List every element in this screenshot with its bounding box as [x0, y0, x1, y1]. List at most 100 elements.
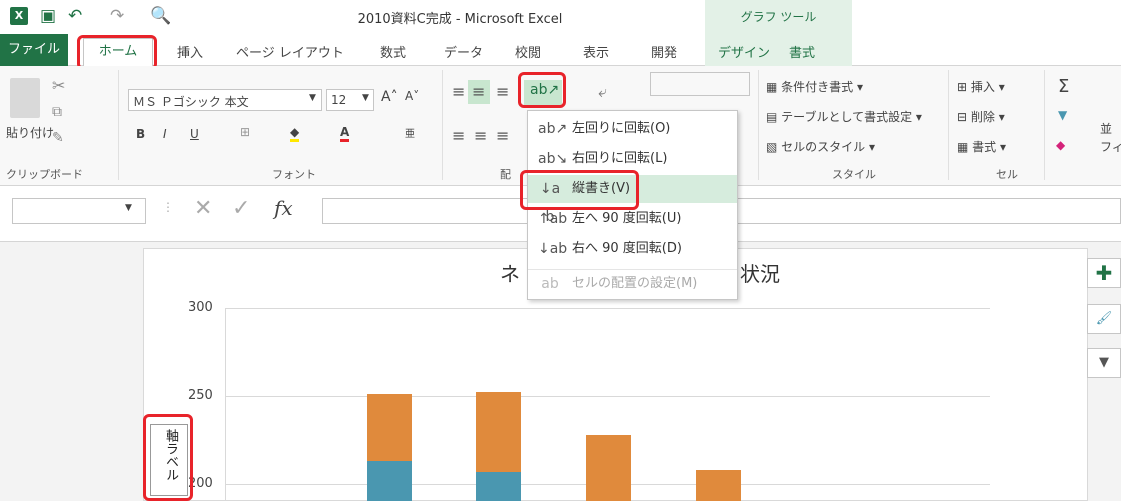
delete-cells-button[interactable]: ⊟ 削除 ▾	[957, 108, 1005, 125]
format-cells-label: 書式	[972, 140, 997, 154]
chart-title-right[interactable]: 状況	[740, 258, 780, 287]
cell-style-label: セルのスタイル	[781, 140, 866, 154]
menu-item-label: セルの配置の設定(M)	[572, 276, 698, 291]
clear-icon[interactable]: ◆	[1056, 138, 1065, 152]
table-format-label: テーブルとして書式設定	[781, 110, 913, 124]
separator	[118, 70, 119, 180]
copy-icon[interactable]: ⧉	[52, 104, 62, 120]
separator	[758, 70, 759, 180]
number-format-select[interactable]	[650, 72, 750, 96]
tab-file[interactable]: ファイル	[0, 34, 68, 66]
tab-view[interactable]: 表示	[583, 42, 609, 61]
rotate-cw-icon: ab↘	[538, 151, 568, 167]
bar-segment[interactable]	[367, 394, 412, 462]
tab-review[interactable]: 校閲	[515, 42, 541, 61]
excel-logo-icon: X	[10, 7, 28, 25]
cut-icon[interactable]: ✂	[52, 76, 65, 95]
chart-title-left[interactable]: ネ	[500, 258, 520, 287]
separator	[948, 70, 949, 180]
alignment-group-label: 配	[500, 168, 511, 181]
bar-segment[interactable]	[696, 469, 741, 501]
chart-tools-header: グラフ ツール	[705, 0, 852, 34]
separator	[1044, 70, 1045, 180]
name-box[interactable]: ▼	[12, 198, 146, 224]
y-axis-line	[225, 308, 226, 501]
align-middle-icon[interactable]: ≡	[472, 82, 485, 101]
italic-button[interactable]: I	[163, 127, 167, 141]
autosum-icon[interactable]: Σ	[1058, 76, 1069, 97]
cell-style-icon: ▧	[766, 140, 778, 154]
clipboard-group-label: クリップボード	[6, 168, 83, 181]
cell-group-label: セル	[996, 168, 1018, 181]
bar-segment[interactable]	[476, 392, 521, 472]
menu-item-rotate-cw[interactable]: ab↘ 右回りに回転(L)	[528, 145, 737, 173]
tab-page-layout[interactable]: ページ レイアウト	[236, 42, 344, 61]
fill-icon[interactable]: ▼	[1058, 108, 1067, 122]
bold-button[interactable]: B	[136, 127, 145, 141]
grow-font-icon[interactable]: A˄	[381, 89, 398, 105]
table-format-icon: ▤	[766, 110, 778, 124]
enter-icon[interactable]: ✓	[232, 196, 250, 221]
chart-filters-button[interactable]: ▼	[1087, 348, 1121, 378]
tab-data[interactable]: データ	[444, 42, 483, 61]
align-top-icon[interactable]: ≡	[452, 82, 465, 101]
font-name-select[interactable]: ＭＳ Ｐゴシック 本文 ▼	[128, 89, 322, 111]
bar-segment[interactable]	[367, 461, 412, 501]
insert-cells-icon: ⊞	[957, 80, 968, 94]
font-size-select[interactable]: 12 ▼	[326, 89, 374, 111]
chevron-down-icon: ▼	[309, 93, 316, 103]
format-cells-icon: ▦	[957, 140, 969, 154]
paste-icon[interactable]	[10, 78, 40, 118]
formula-separator: ⋮	[162, 200, 174, 214]
tab-insert[interactable]: 挿入	[177, 42, 203, 61]
font-color-icon[interactable]: A	[340, 125, 350, 142]
phonetic-icon[interactable]: 亜	[405, 125, 415, 140]
underline-button[interactable]: U	[190, 127, 199, 141]
chevron-down-icon: ▼	[362, 93, 369, 103]
chart-elements-button[interactable]: ✚	[1087, 258, 1121, 288]
rotate-down-icon: ↓ab	[538, 241, 568, 257]
align-right-icon[interactable]: ≡	[496, 126, 509, 145]
cond-format-button[interactable]: ▦ 条件付き書式 ▾	[766, 78, 863, 95]
format-cells-button[interactable]: ▦ 書式 ▾	[957, 138, 1006, 155]
wrap-text-icon[interactable]: ⤶	[598, 82, 607, 102]
highlight-vertical-text	[520, 170, 639, 210]
chart-styles-button[interactable]: 🖌	[1087, 304, 1121, 334]
gridline	[225, 396, 990, 397]
fill-color-icon[interactable]: ◆	[290, 125, 300, 142]
y-tick-label: 300	[188, 300, 213, 315]
cond-format-label: 条件付き書式	[781, 80, 854, 94]
separator	[442, 70, 443, 180]
align-left-icon[interactable]: ≡	[452, 126, 465, 145]
align-bottom-icon[interactable]: ≡	[496, 82, 509, 101]
redo-icon[interactable]: ↷	[110, 6, 124, 26]
cancel-icon[interactable]: ✕	[194, 196, 212, 221]
format-painter-icon[interactable]: ✎	[52, 130, 64, 146]
bar-segment[interactable]	[476, 471, 521, 501]
tab-format[interactable]: 書式	[789, 42, 815, 61]
delete-cells-icon: ⊟	[957, 110, 968, 124]
highlight-axis-title	[143, 414, 193, 501]
menu-item-rotate-ccw[interactable]: ab↗ 左回りに回転(O)	[528, 115, 737, 143]
insert-function-icon[interactable]: fx	[274, 196, 293, 220]
border-icon[interactable]: ⊞	[240, 125, 250, 139]
menu-item-label: 右へ 90 度回転(D)	[572, 241, 682, 256]
menu-item-label: 左回りに回転(O)	[572, 121, 671, 136]
insert-cells-button[interactable]: ⊞ 挿入 ▾	[957, 78, 1005, 95]
y-tick-label: 250	[188, 388, 213, 403]
paste-label[interactable]: 貼り付け	[6, 124, 54, 141]
tab-developer[interactable]: 開発	[651, 42, 677, 61]
bar-segment[interactable]	[586, 434, 631, 501]
sort-filter-label-partial-2[interactable]: フィ	[1100, 138, 1121, 155]
table-format-button[interactable]: ▤ テーブルとして書式設定 ▾	[766, 108, 922, 125]
sort-filter-label-partial[interactable]: 並	[1100, 120, 1112, 137]
cell-style-button[interactable]: ▧ セルのスタイル ▾	[766, 138, 875, 155]
save-icon[interactable]: ▣	[40, 6, 56, 26]
menu-item-rotate-down[interactable]: ↓ab 右へ 90 度回転(D)	[528, 235, 737, 263]
undo-icon[interactable]: ↶	[68, 6, 82, 26]
print-preview-icon[interactable]: 🔍	[150, 6, 171, 26]
align-center-icon[interactable]: ≡	[474, 126, 487, 145]
shrink-font-icon[interactable]: A˅	[405, 89, 419, 103]
tab-formulas[interactable]: 数式	[380, 42, 406, 61]
tab-design[interactable]: デザイン	[718, 42, 770, 61]
